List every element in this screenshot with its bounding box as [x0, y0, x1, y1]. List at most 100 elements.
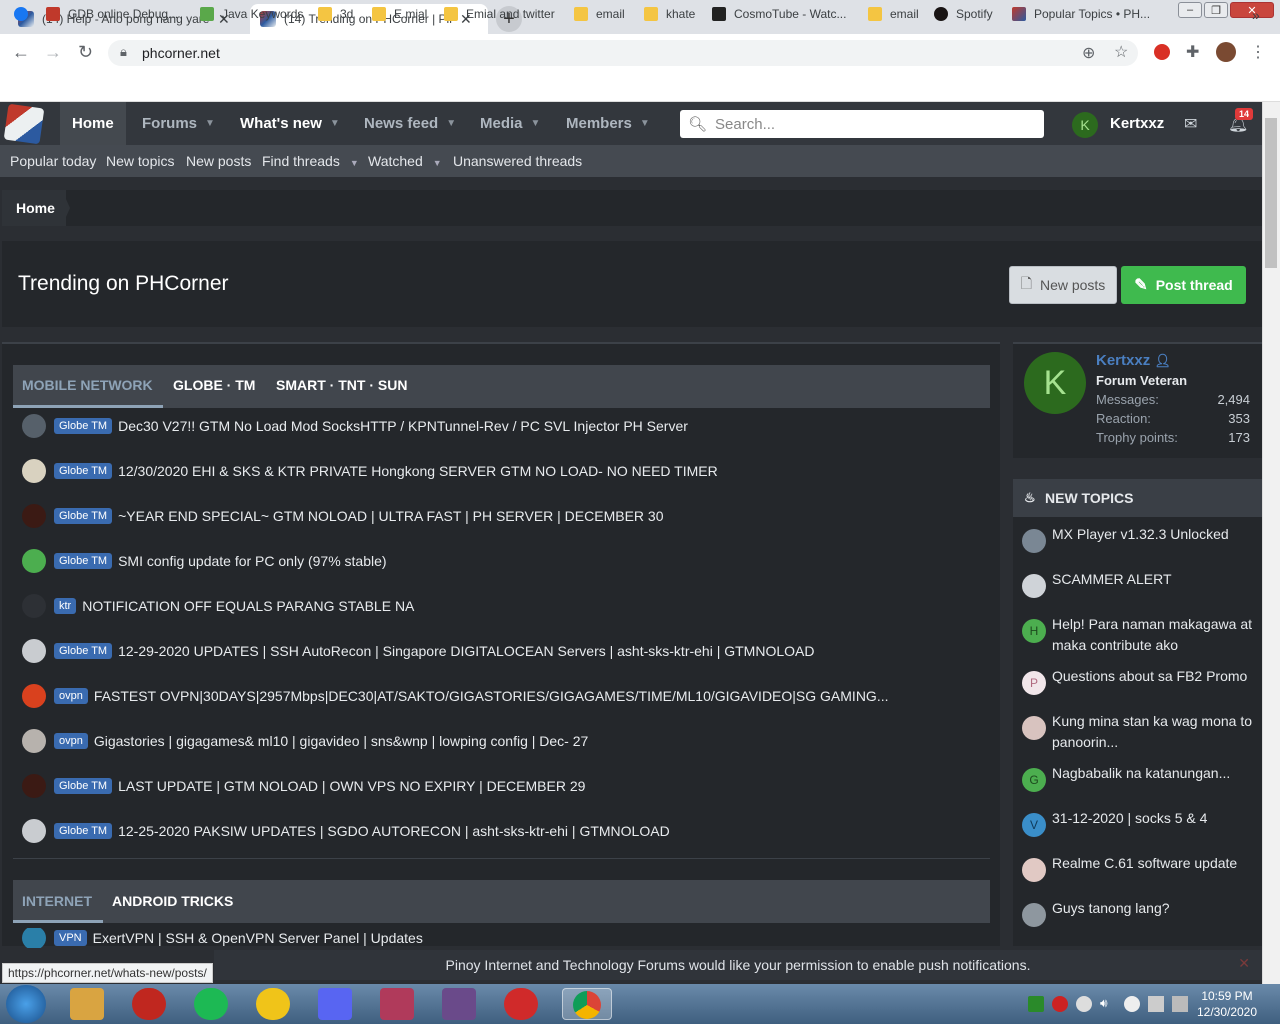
scrollbar-thumb[interactable] — [1265, 118, 1277, 268]
address-bar[interactable]: 🔒︎ phcorner.net ⊕ ☆ — [108, 40, 1138, 66]
bookmark-item[interactable]: Java Keywords — [200, 7, 303, 21]
nav-news-feed[interactable]: News feed ▼ — [352, 102, 468, 145]
chrome-taskbar-button[interactable] — [562, 988, 612, 1020]
new-topic-item[interactable]: Kung mina stan ka wag mona to panoorin..… — [1022, 711, 1258, 753]
volume-icon[interactable]: 🔊︎ — [1100, 996, 1116, 1012]
extensions-puzzle-icon[interactable]: ✚ — [1186, 42, 1199, 62]
new-topic-item[interactable]: Guys tanong lang? — [1022, 898, 1258, 927]
bookmark-folder[interactable]: email — [868, 7, 919, 21]
topic-title[interactable]: Kung mina stan ka wag mona to panoorin..… — [1052, 711, 1258, 753]
topic-title[interactable]: Questions about sa FB2 Promo — [1052, 666, 1247, 687]
thread-prefix[interactable]: ovpn — [54, 688, 88, 704]
start-button[interactable] — [6, 985, 46, 1023]
topic-title[interactable]: MX Player v1.32.3 Unlocked — [1052, 524, 1229, 545]
thread-prefix[interactable]: ovpn — [54, 733, 88, 749]
nav-forums[interactable]: Forums ▼ — [130, 102, 227, 145]
thread-title[interactable]: 12/30/2020 EHI & SKS & KTR PRIVATE Hongk… — [118, 463, 718, 479]
bookmark-folder[interactable]: Emial and twitter — [444, 7, 555, 21]
thread-prefix[interactable]: Globe TM — [54, 823, 113, 839]
thread-title[interactable]: NOTIFICATION OFF EQUALS PARANG STABLE NA — [82, 598, 414, 614]
bookmark-folder[interactable]: E mial — [372, 7, 427, 21]
thread-prefix[interactable]: Globe TM — [54, 778, 113, 794]
new-topic-item[interactable]: G Nagbabalik na katanungan... — [1022, 763, 1258, 792]
forward-icon[interactable]: → — [44, 42, 62, 63]
bookmark-folder[interactable]: email — [574, 7, 625, 21]
profile-avatar[interactable] — [1216, 42, 1236, 62]
thread-title[interactable]: Gigastories | gigagames& ml10 | gigavide… — [94, 733, 588, 749]
user-avatar[interactable]: K — [1072, 112, 1098, 138]
thread-row[interactable]: Globe TM 12-25-2020 PAKSIW UPDATES | SGDO… — [22, 818, 670, 844]
taskbar-app-icon[interactable] — [132, 988, 166, 1020]
chevron-down-icon[interactable]: ▼ — [433, 158, 442, 168]
user-card-avatar[interactable]: K — [1024, 352, 1086, 414]
reload-icon[interactable]: ↻ — [78, 42, 93, 63]
bookmark-folder[interactable]: 3d — [318, 7, 353, 21]
tray-app-icon[interactable] — [1124, 996, 1140, 1012]
thread-prefix[interactable]: Globe TM — [54, 553, 113, 569]
thread-prefix[interactable]: ktr — [54, 598, 77, 614]
user-settings-icon[interactable]: 👤︎ — [1154, 353, 1171, 368]
thread-row[interactable]: ovpn FASTEST OVPN|30DAYS|2957Mbps|DEC30|A… — [22, 683, 889, 709]
thread-title[interactable]: LAST UPDATE | GTM NOLOAD | OWN VPS NO EX… — [118, 778, 585, 794]
tray-app-icon[interactable] — [1172, 996, 1188, 1012]
spotify-icon[interactable] — [194, 988, 228, 1020]
nav-whats-new[interactable]: What's new ▼ — [228, 102, 352, 145]
menu-kebab-icon[interactable]: ⋮ — [1250, 42, 1266, 62]
bookmark-item[interactable] — [14, 7, 36, 21]
new-topic-item[interactable]: MX Player v1.32.3 Unlocked — [1022, 524, 1258, 553]
bookmark-star-icon[interactable]: ☆ — [1114, 42, 1128, 62]
bookmarks-overflow[interactable]: » — [1252, 7, 1260, 23]
post-thread-button[interactable]: ✎ Post thread — [1121, 266, 1246, 304]
thread-title[interactable]: ~YEAR END SPECIAL~ GTM NOLOAD | ULTRA FA… — [118, 508, 663, 524]
nav-media[interactable]: Media ▼ — [468, 102, 552, 145]
close-icon[interactable]: ✕ — [1238, 955, 1250, 972]
new-topic-item[interactable]: P Questions about sa FB2 Promo — [1022, 666, 1258, 695]
chevron-down-icon[interactable]: ▼ — [205, 118, 215, 129]
tab-internet[interactable]: INTERNET — [22, 893, 92, 909]
taskbar-app-icon[interactable] — [504, 988, 538, 1020]
tab-globe-tm[interactable]: GLOBE · TM — [173, 377, 255, 393]
thread-row[interactable]: VPN ExertVPN | SSH & OpenVPN Server Panel… — [22, 928, 423, 948]
new-topic-item[interactable]: Realme C.61 software update — [1022, 853, 1258, 882]
chevron-down-icon[interactable]: ▼ — [531, 118, 541, 129]
thread-row[interactable]: Globe TM SMI config update for PC only (9… — [22, 548, 387, 574]
topic-title[interactable]: Nagbabalik na katanungan... — [1052, 763, 1230, 784]
tab-smart-tnt-sun[interactable]: SMART · TNT · SUN — [276, 377, 407, 393]
thread-title[interactable]: SMI config update for PC only (97% stabl… — [118, 553, 386, 569]
breadcrumb-home[interactable]: Home — [2, 190, 66, 226]
add-icon[interactable]: ⊕ — [1082, 43, 1095, 63]
chevron-down-icon[interactable]: ▼ — [330, 118, 340, 129]
tab-android-tricks[interactable]: ANDROID TRICKS — [112, 893, 233, 909]
bookmark-item[interactable]: Spotify — [934, 7, 993, 21]
taskbar-clock[interactable]: 10:59 PM 12/30/2020 — [1196, 988, 1258, 1020]
subnav-unanswered-threads[interactable]: Unanswered threads — [453, 153, 582, 169]
network-icon[interactable] — [1148, 996, 1164, 1012]
tray-app-icon[interactable] — [1052, 996, 1068, 1012]
thread-row[interactable]: Globe TM Dec30 V27!! GTM No Load Mod Sock… — [22, 413, 688, 439]
thread-row[interactable]: ktr NOTIFICATION OFF EQUALS PARANG STABLE… — [22, 593, 414, 619]
user-card-name[interactable]: Kertxxz 👤︎ — [1096, 352, 1171, 369]
thread-row[interactable]: Globe TM ~YEAR END SPECIAL~ GTM NOLOAD | … — [22, 503, 664, 529]
discord-icon[interactable] — [318, 988, 352, 1020]
subnav-new-topics[interactable]: New topics — [106, 153, 174, 169]
phcorner-logo[interactable] — [3, 103, 45, 145]
thread-title[interactable]: ExertVPN | SSH & OpenVPN Server Panel | … — [93, 930, 423, 946]
thread-title[interactable]: Dec30 V27!! GTM No Load Mod SocksHTTP / … — [118, 418, 688, 434]
nav-home[interactable]: Home — [60, 102, 126, 145]
subnav-new-posts[interactable]: New posts — [186, 153, 251, 169]
back-icon[interactable]: ← — [12, 42, 30, 63]
nav-members[interactable]: Members ▼ — [554, 102, 662, 145]
bookmark-item[interactable]: Popular Topics • PH... — [1012, 7, 1150, 21]
search-input[interactable]: 🔍︎ Search... — [680, 110, 1044, 138]
maximize-button[interactable]: ❐ — [1204, 2, 1228, 18]
thread-row[interactable]: Globe TM 12-29-2020 UPDATES | SSH AutoRec… — [22, 638, 814, 664]
topic-title[interactable]: Realme C.61 software update — [1052, 853, 1237, 874]
thread-prefix[interactable]: VPN — [54, 930, 87, 946]
new-topic-item[interactable]: V 31-12-2020 | socks 5 & 4 — [1022, 808, 1258, 837]
subnav-watched[interactable]: Watched ▼ — [368, 153, 442, 169]
thread-title[interactable]: 12-25-2020 PAKSIW UPDATES | SGDO AUTOREC… — [118, 823, 670, 839]
thread-title[interactable]: FASTEST OVPN|30DAYS|2957Mbps|DEC30|AT/SA… — [94, 688, 889, 704]
new-topic-item[interactable]: SCAMMER ALERT — [1022, 569, 1258, 598]
taskbar-app-icon[interactable] — [442, 988, 476, 1020]
topic-title[interactable]: Help! Para naman makagawa at maka contri… — [1052, 614, 1258, 656]
